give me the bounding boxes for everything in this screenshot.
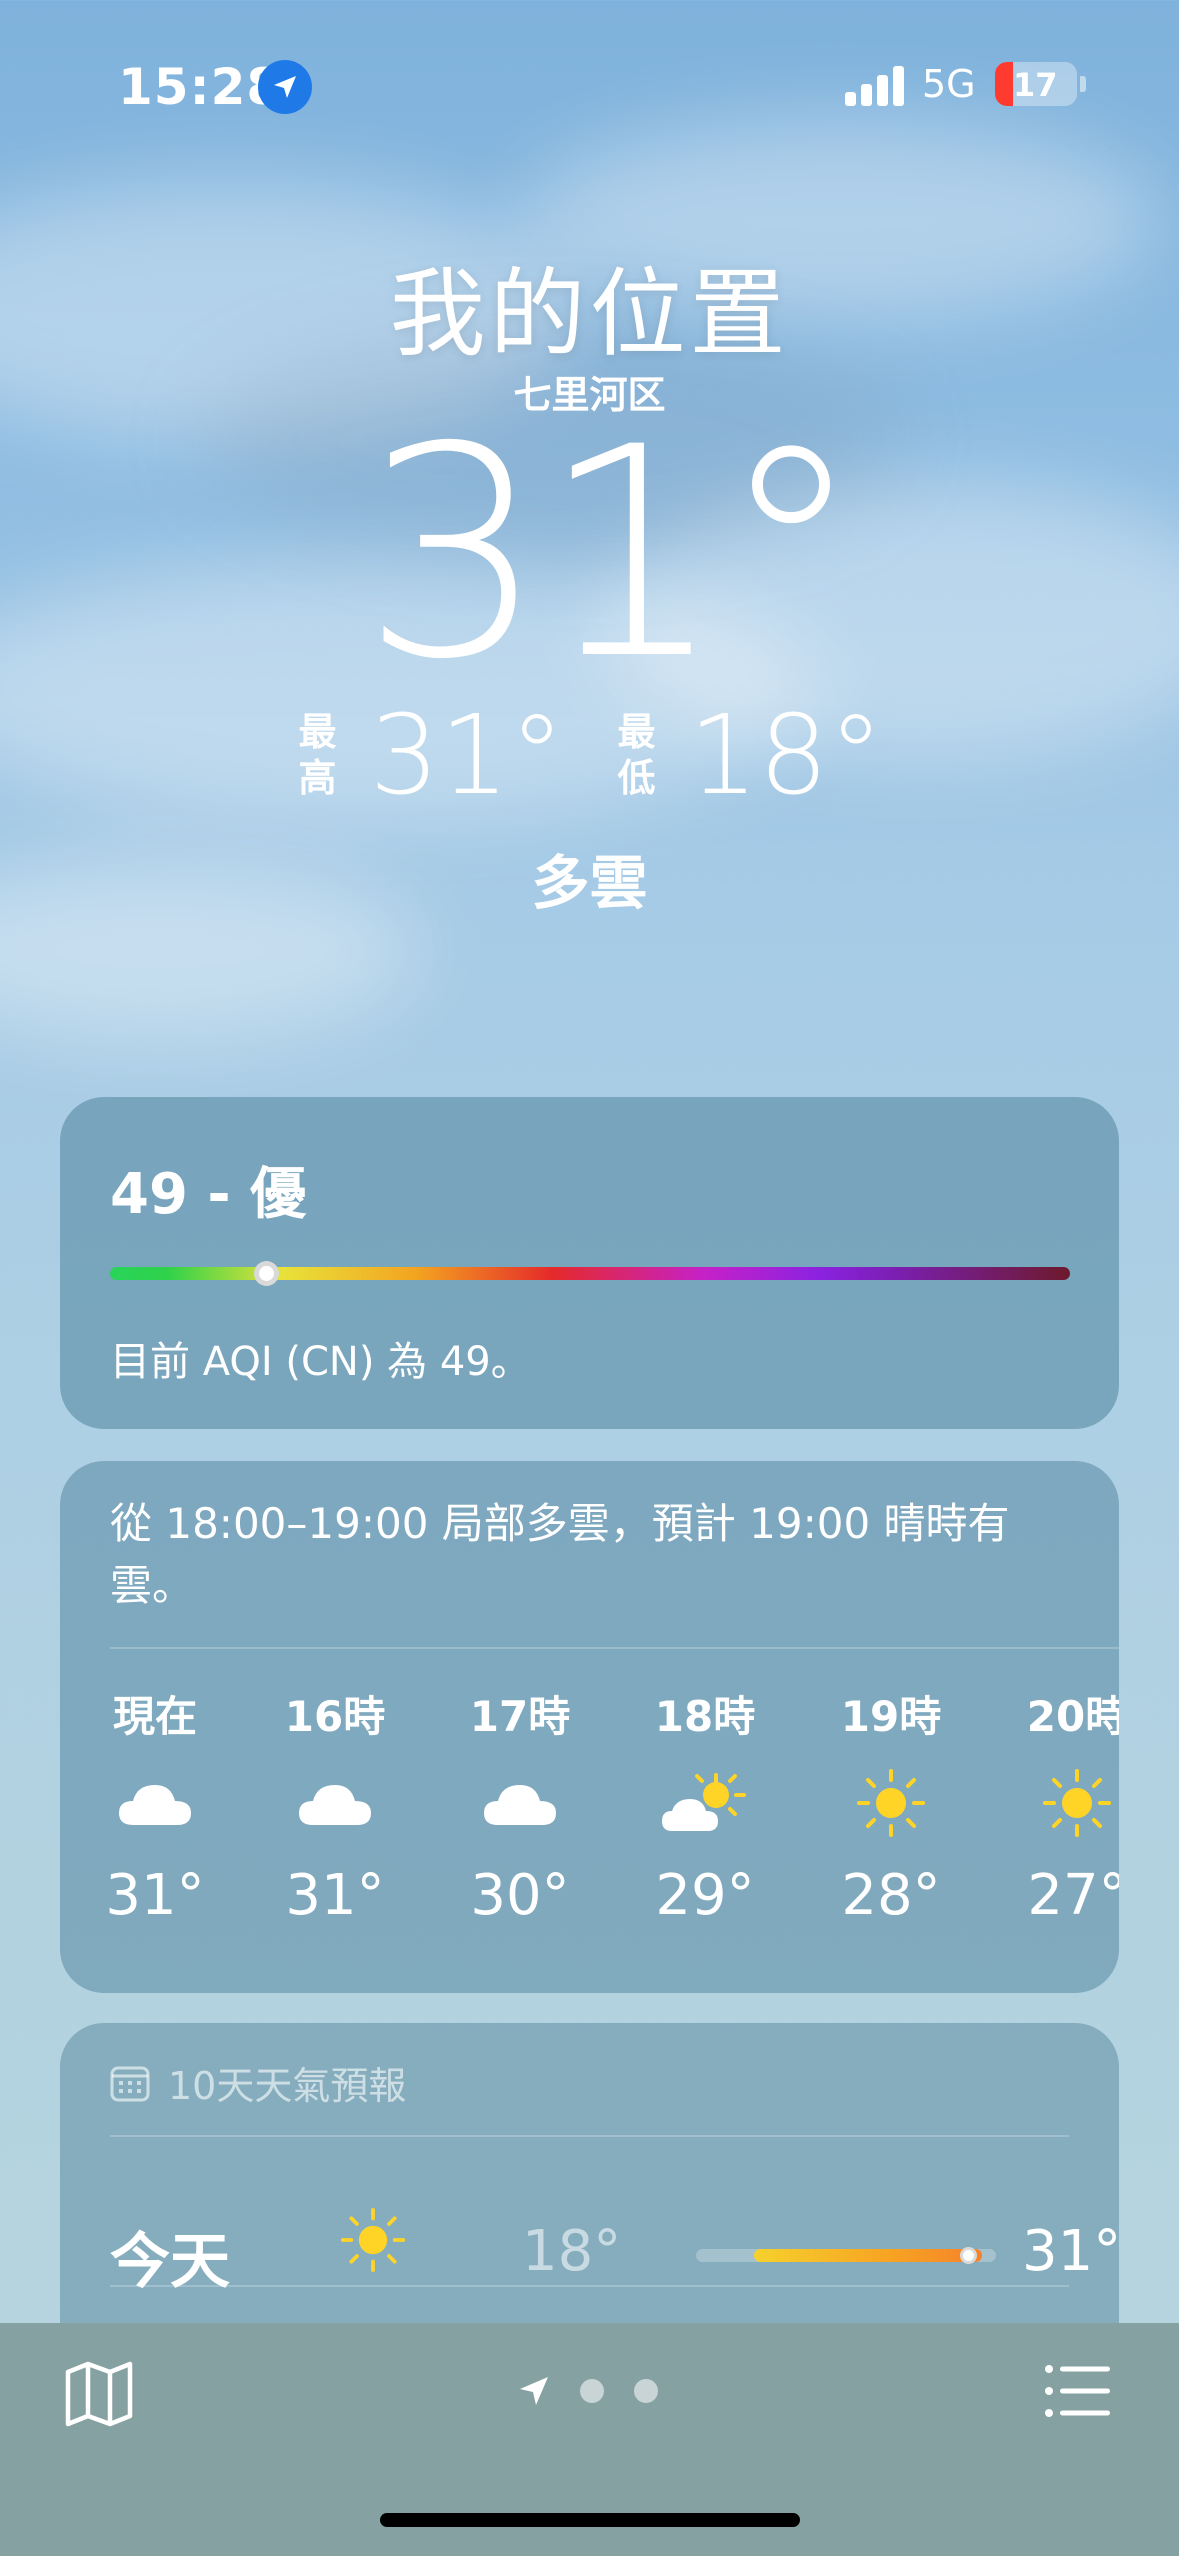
page-indicator[interactable] [518,2375,658,2407]
hour-label: 16時 [284,1692,386,1741]
hour-label: 18時 [654,1692,756,1741]
hour-label: 19時 [840,1692,942,1741]
cloud-icon [445,1743,595,1863]
location-title: 我的位置 [389,258,790,370]
page-dot[interactable] [634,2379,658,2403]
cloud-icon [260,1743,410,1863]
hour-label: 現在 [112,1692,197,1741]
list-icon[interactable] [1044,2363,1112,2419]
temperature-range-fill [754,2249,982,2262]
hour-label: 20時 [1026,1692,1119,1741]
current-temperature: 31° [361,386,863,723]
ten-day-title: 10天天氣預報 [168,2064,407,2108]
day-low-temp: 18° [522,2219,622,2284]
sun-icon [340,2207,406,2277]
cloud-icon [80,1743,230,1863]
high-low: 最高 31° 最低 18° [0,700,1179,810]
calendar-icon [110,2066,150,2101]
daily-row[interactable]: 今天 18° 31° [110,2207,1119,2297]
hour-item: 18時 29° [630,1683,780,1928]
hour-temp: 30° [470,1863,570,1928]
hour-item: 16時 31° [260,1683,410,1928]
sun-icon [1002,1743,1119,1863]
hourly-forecast-card[interactable]: 從 18:00–19:00 局部多雲，預計 19:00 晴時有雲。 現在 31°… [60,1461,1119,1993]
hour-temp: 31° [285,1863,385,1928]
hour-item: 19時 28° [816,1683,966,1928]
hour-temp: 28° [841,1863,941,1928]
hourly-scroll[interactable]: 現在 31° 16時 31° 17時 30° 18時 29° 19時 28° 2… [105,1683,1119,1983]
sun-icon [816,1743,966,1863]
aqi-description: 目前 AQI (CN) 為 49。 [110,1339,531,1385]
page-dot[interactable] [580,2379,604,2403]
home-indicator[interactable] [380,2513,800,2527]
divider [110,1647,1119,1649]
high-temperature: 31° [369,691,565,819]
low-label: 最低 [617,710,656,800]
hour-temp: 31° [105,1863,205,1928]
aqi-indicator [254,1261,279,1286]
partly-sunny-icon [630,1743,780,1863]
high-label: 最高 [298,710,337,800]
hour-temp: 29° [655,1863,755,1928]
cellular-signal-icon [845,62,905,106]
hour-item: 現在 31° [80,1683,230,1928]
hour-item: 17時 30° [445,1683,595,1928]
hour-temp: 27° [1027,1863,1119,1928]
hourly-summary: 從 18:00–19:00 局部多雲，預計 19:00 晴時有雲。 [110,1499,1010,1610]
hour-item: 20時 27° [1002,1683,1119,1928]
aqi-card[interactable]: 49 - 優 目前 AQI (CN) 為 49。 [60,1097,1119,1429]
network-type: 5G [922,62,976,106]
temperature-range-bar [696,2247,996,2264]
hour-label: 17時 [469,1692,571,1741]
location-arrow-icon [258,60,312,114]
battery-cap [1080,76,1086,92]
low-temperature: 18° [688,691,884,819]
divider [110,2285,1069,2287]
map-icon[interactable] [64,2358,134,2428]
ten-day-header: 10天天氣預報 [110,2055,406,2110]
battery-level: 17 [1013,66,1058,104]
status-bar: 15:28 5G 17 [0,0,1179,170]
day-high-temp: 31° [1022,2219,1119,2284]
condition-label: 多雲 [531,849,648,917]
aqi-title: 49 - 優 [110,1162,307,1227]
current-temp-indicator [960,2247,977,2264]
divider [110,2135,1069,2137]
battery-icon: 17 [995,62,1077,106]
current-location-icon [520,2377,548,2405]
